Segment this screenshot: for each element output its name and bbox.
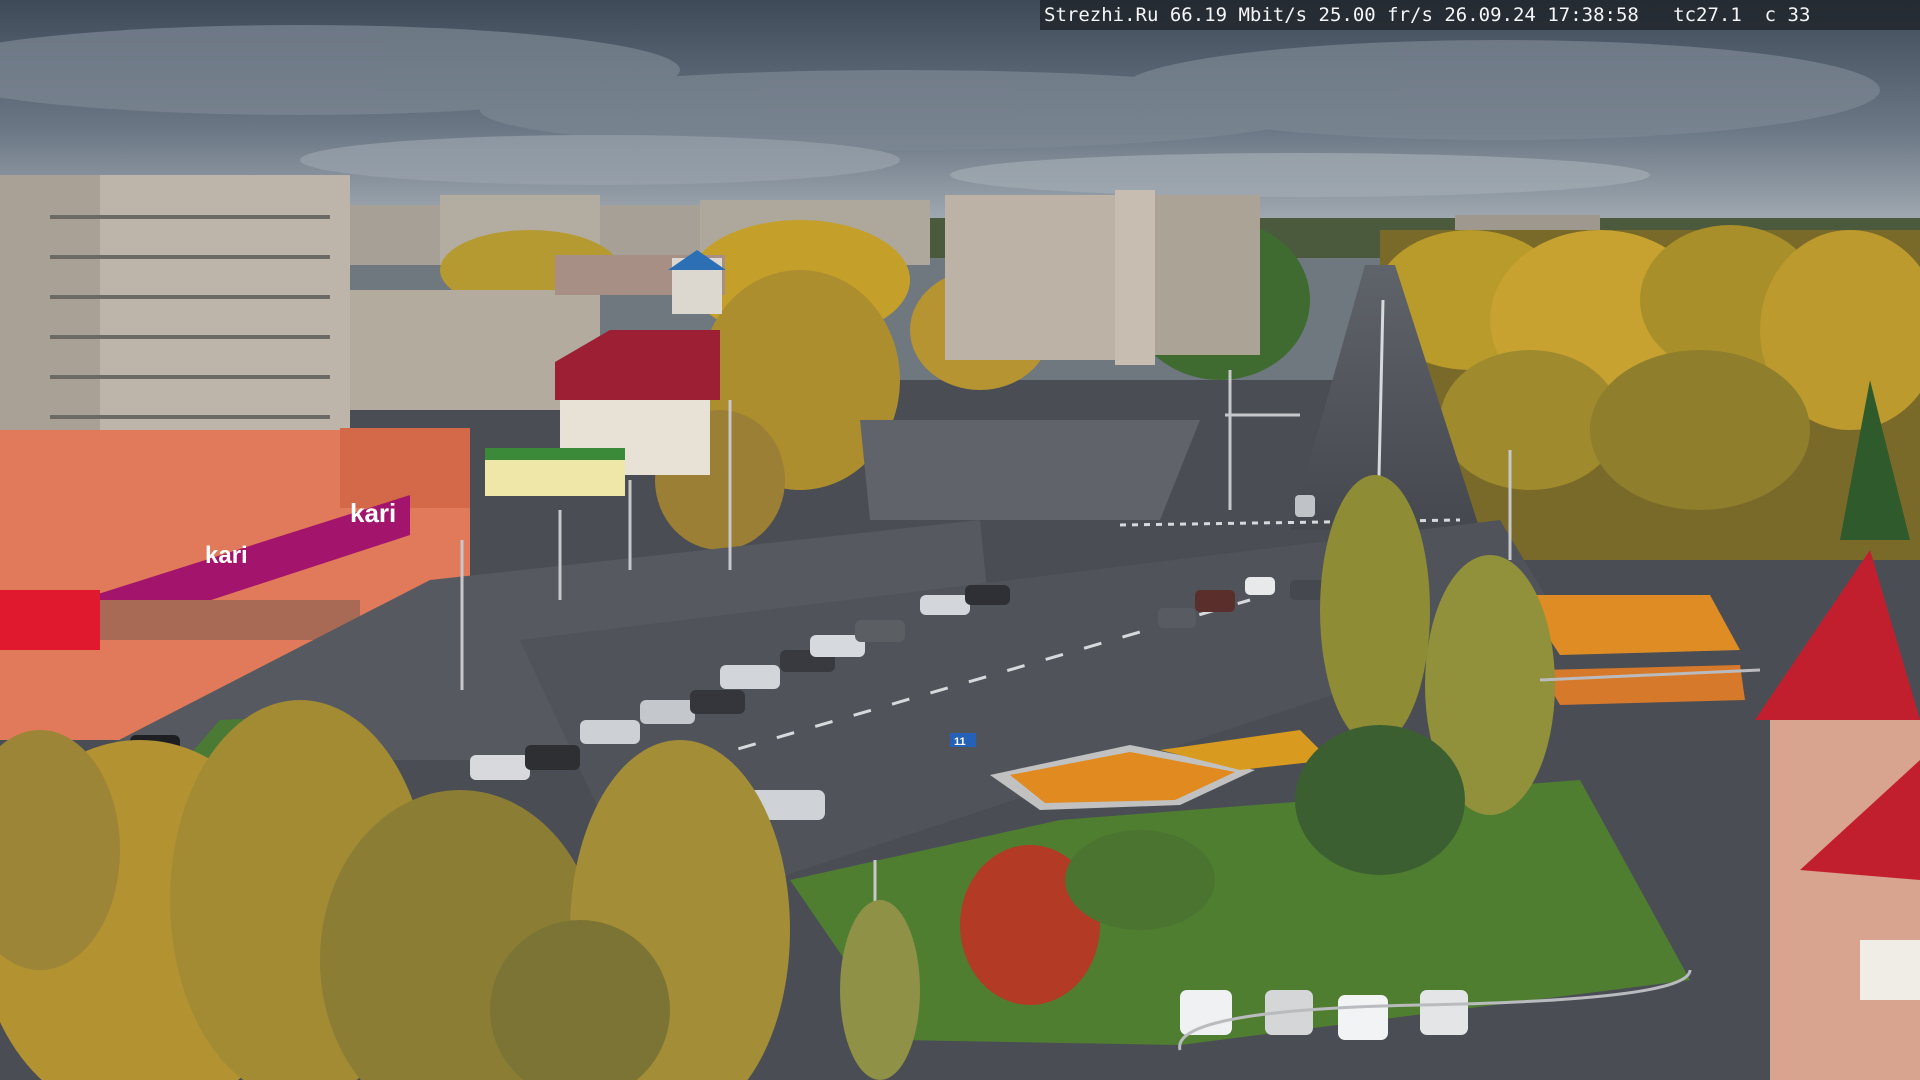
route-marker-label: 11 [954, 736, 966, 748]
city-square-scene: kari kari 11 [0, 0, 1920, 1080]
upper-square [860, 420, 1200, 520]
store-logo: kari [350, 498, 396, 528]
center-apartment-tower [945, 190, 1260, 365]
store-banner: kari [205, 542, 248, 569]
camera-status-overlay: Strezhi.Ru 66.19 Mbit/s 25.00 fr/s 26.09… [1040, 0, 1920, 30]
webcam-frame: kari kari 11 Strezhi.Ru 66.19 Mbit/s 25.… [0, 0, 1920, 1080]
